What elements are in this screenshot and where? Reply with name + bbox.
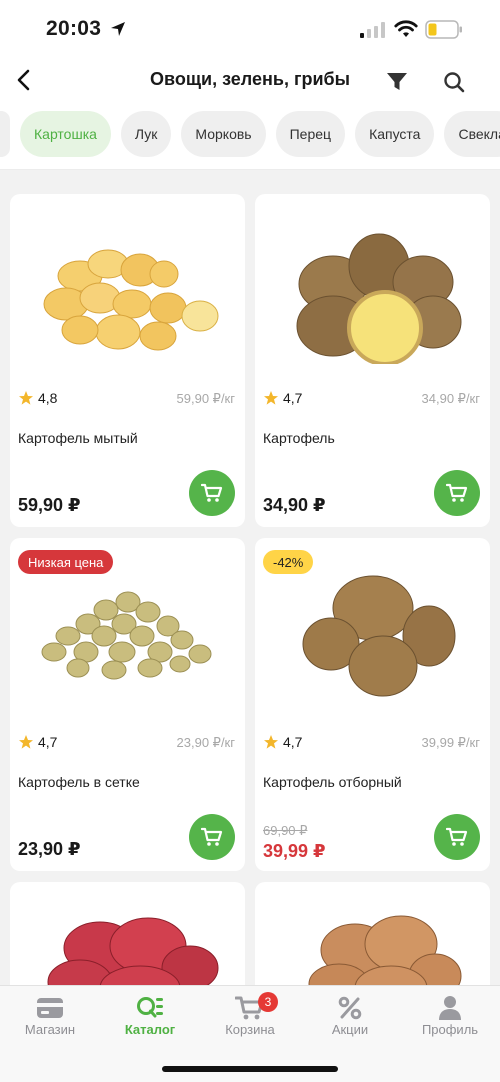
- star-icon: [19, 391, 33, 405]
- product-image: [302, 575, 456, 697]
- tab-catalog[interactable]: Каталог: [100, 994, 200, 1046]
- chip-carrot[interactable]: Морковь: [181, 111, 266, 157]
- star-icon: [264, 735, 278, 749]
- rating-value: 4,7: [283, 734, 303, 750]
- header: Овощи, зелень, грибы: [0, 56, 500, 106]
- card-icon: [37, 998, 63, 1018]
- filter-button[interactable]: [383, 68, 411, 96]
- tab-shop[interactable]: Магазин: [0, 994, 100, 1046]
- price: 59,90 ₽: [18, 495, 81, 515]
- tab-promotions[interactable]: Акции: [300, 994, 400, 1046]
- tab-label: Профиль: [421, 1022, 479, 1037]
- product-card[interactable]: 4,8 59,90 ₽/кг Картофель мытый 59,90 ₽: [10, 194, 245, 527]
- chip-potato[interactable]: Картошка: [20, 111, 111, 157]
- status-bar: 20:03: [0, 0, 500, 56]
- signal-icon: [360, 22, 385, 38]
- tab-cart[interactable]: 3 Корзина: [200, 992, 300, 1046]
- cart-icon: [446, 483, 468, 502]
- catalog-icon: [137, 997, 163, 1018]
- page-title: Овощи, зелень, грибы: [150, 69, 350, 89]
- chip-cabbage[interactable]: Капуста: [355, 111, 435, 157]
- sale-price: 39,99 ₽: [263, 841, 326, 861]
- chip-beet[interactable]: Свекла: [444, 111, 500, 157]
- product-image: [41, 591, 212, 680]
- rating: 4,7: [18, 734, 57, 750]
- product-name: Картофель отборный: [263, 774, 402, 790]
- percent-icon: [338, 996, 362, 1020]
- price: 34,90 ₽: [263, 495, 326, 515]
- product-card[interactable]: [10, 882, 245, 1002]
- tab-label: Каталог: [124, 1022, 176, 1037]
- chip-onion[interactable]: Лук: [120, 111, 172, 157]
- product-name: Картофель: [263, 430, 335, 446]
- old-price: 69,90 ₽: [263, 823, 308, 838]
- star-icon: [19, 735, 33, 749]
- rating-value: 4,8: [38, 390, 58, 406]
- product-card[interactable]: [255, 882, 490, 1002]
- status-time: 20:03: [46, 17, 102, 40]
- add-to-cart-button[interactable]: [189, 470, 235, 516]
- unit-price: 39,99 ₽/кг: [421, 735, 480, 750]
- cart-count-badge: 3: [258, 992, 278, 1012]
- location-arrow-icon: [111, 22, 125, 36]
- add-to-cart-button[interactable]: [189, 814, 235, 860]
- product-image: [296, 233, 462, 364]
- tab-label: Магазин: [24, 1022, 76, 1037]
- unit-price: 34,90 ₽/кг: [421, 391, 480, 406]
- rating: 4,7: [263, 390, 302, 406]
- rating-value: 4,7: [38, 734, 58, 750]
- cart-icon: [201, 483, 223, 502]
- rating: 4,7: [263, 734, 302, 750]
- product-name: Картофель в сетке: [18, 774, 140, 790]
- cart-icon: [201, 827, 223, 846]
- star-icon: [264, 391, 278, 405]
- product-card[interactable]: Низкая цена 4,7 23,90 ₽/кг Картофель в с…: [10, 538, 245, 871]
- unit-price: 59,90 ₽/кг: [176, 391, 235, 406]
- product-card[interactable]: 4,7 34,90 ₽/кг Картофель 34,90 ₽: [255, 194, 490, 527]
- search-icon: [444, 72, 465, 93]
- add-to-cart-button[interactable]: [434, 814, 480, 860]
- cart-icon: [446, 827, 468, 846]
- battery-icon: [425, 20, 462, 39]
- tab-profile[interactable]: Профиль: [400, 994, 500, 1046]
- product-image: [43, 249, 219, 351]
- home-indicator: [162, 1066, 338, 1072]
- tab-label: Акции: [331, 1022, 369, 1037]
- filter-icon: [387, 73, 407, 90]
- chip-pepper[interactable]: Перец: [275, 111, 346, 157]
- wifi-icon: [394, 20, 418, 37]
- chip-partial[interactable]: [0, 111, 10, 157]
- add-to-cart-button[interactable]: [434, 470, 480, 516]
- profile-icon: [439, 996, 461, 1020]
- product-name: Картофель мытый: [18, 430, 138, 446]
- product-card[interactable]: -42% 4,7 39,99 ₽/кг Картофель отборный 6…: [255, 538, 490, 871]
- unit-price: 23,90 ₽/кг: [176, 735, 235, 750]
- price: 23,90 ₽: [18, 839, 81, 859]
- rating: 4,8: [18, 390, 57, 406]
- tab-label: Корзина: [225, 1022, 275, 1037]
- rating-value: 4,7: [283, 390, 303, 406]
- category-chips-bar: Картошка Лук Морковь Перец Капуста Свекл…: [0, 106, 500, 170]
- search-button[interactable]: [440, 68, 468, 96]
